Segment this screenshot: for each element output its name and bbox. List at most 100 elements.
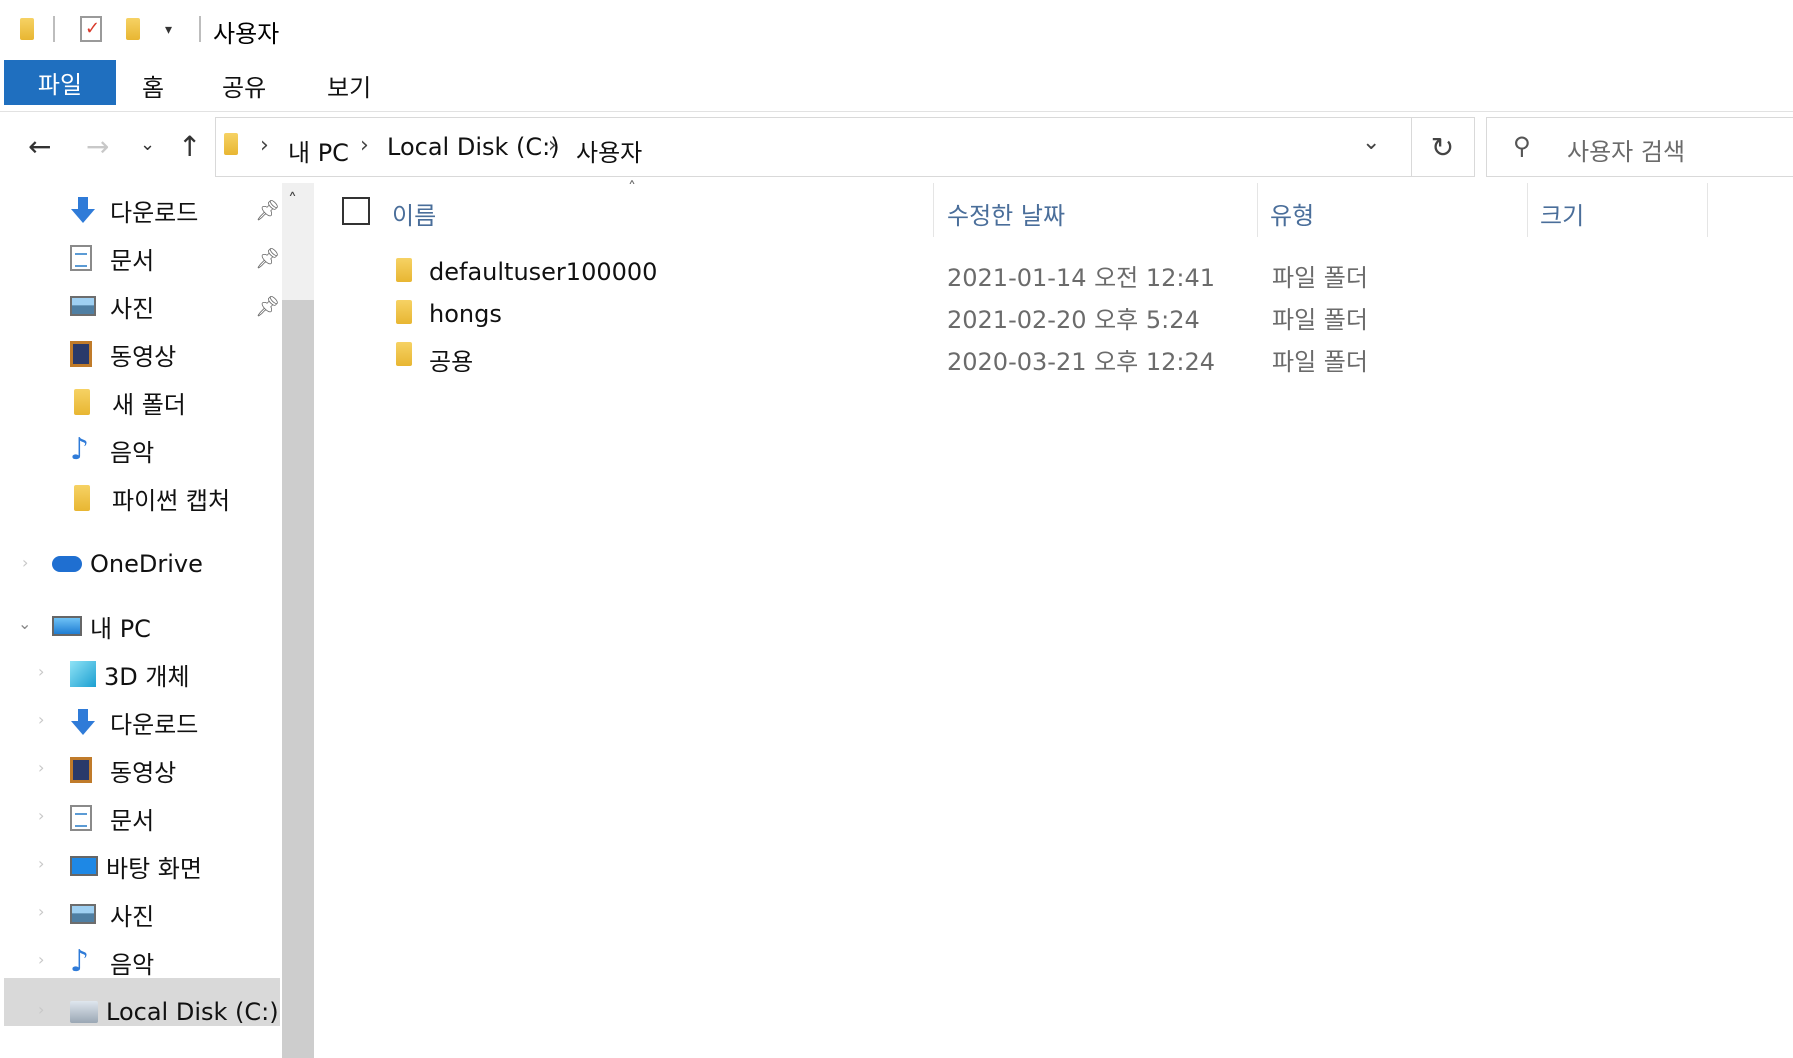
- expand-chevron-icon[interactable]: ›: [38, 662, 44, 681]
- sidebar-item-label: 음악: [110, 950, 155, 979]
- file-name: defaultuser100000: [429, 258, 658, 286]
- breadcrumb-separator[interactable]: ›: [360, 133, 369, 158]
- select-all-checkbox[interactable]: [342, 197, 370, 225]
- ribbon-divider: [0, 111, 1793, 112]
- sidebar-item-label: 내 PC: [90, 614, 151, 643]
- sidebar-item-label: 파이썬 캡처: [112, 486, 231, 515]
- sidebar-item-pictures-pc[interactable]: 사진: [70, 894, 154, 934]
- customize-quick-access-icon[interactable]: ▾: [165, 22, 172, 38]
- expand-chevron-icon[interactable]: ›: [38, 710, 44, 729]
- expand-chevron-icon[interactable]: ›: [38, 1000, 44, 1019]
- sidebar-item-3d-objects[interactable]: 3D 개체: [70, 654, 190, 694]
- sidebar-item-label: 문서: [110, 246, 155, 275]
- pin-icon[interactable]: 📌︎: [255, 198, 280, 222]
- document-icon: [70, 805, 92, 831]
- sidebar-item-downloads-pc[interactable]: 다운로드: [70, 702, 198, 742]
- sidebar-item-label: 동영상: [110, 342, 177, 371]
- file-date: 2020-03-21 오후 12:24: [947, 348, 1216, 376]
- column-header-date[interactable]: 수정한 날짜: [947, 196, 1065, 231]
- sidebar-item-label: 3D 개체: [104, 662, 190, 691]
- column-header-size[interactable]: 크기: [1540, 196, 1584, 231]
- sidebar-item-new-folder[interactable]: 새 폴더: [74, 382, 186, 422]
- address-history-dropdown[interactable]: ⌄: [1362, 130, 1380, 155]
- sidebar-item-documents[interactable]: 문서: [70, 238, 154, 278]
- file-type: 파일 폴더: [1272, 348, 1368, 376]
- sort-ascending-icon: ˄: [628, 178, 636, 197]
- column-header-name[interactable]: 이름: [392, 196, 436, 231]
- tab-file[interactable]: 파일: [4, 60, 116, 105]
- sidebar-item-label: 사진: [110, 902, 155, 931]
- expand-chevron-icon[interactable]: ›: [38, 854, 44, 873]
- folder-icon: [396, 342, 412, 366]
- breadcrumb-separator[interactable]: ›: [548, 133, 557, 158]
- tab-view[interactable]: 보기: [327, 68, 371, 103]
- table-row[interactable]: defaultuser100000 2021-01-14 오전 12:41 파일…: [320, 252, 1793, 292]
- sidebar-item-music[interactable]: ♪ 음악: [70, 430, 154, 470]
- sidebar-item-videos-pc[interactable]: 동영상: [70, 750, 176, 790]
- scroll-up-arrow[interactable]: ˄: [288, 190, 297, 211]
- picture-icon: [70, 904, 96, 924]
- sidebar-item-label: 음악: [110, 438, 155, 467]
- table-row[interactable]: 공용 2020-03-21 오후 12:24 파일 폴더: [320, 336, 1793, 376]
- title-bar: ▾ 사용자: [0, 0, 1793, 54]
- pin-icon[interactable]: 📌︎: [255, 246, 280, 270]
- sidebar-item-local-disk[interactable]: Local Disk (C:): [70, 992, 279, 1032]
- expand-chevron-icon[interactable]: ›: [38, 806, 44, 825]
- file-name: 공용: [429, 348, 474, 376]
- breadcrumb-users[interactable]: 사용자: [576, 133, 642, 168]
- search-icon: ⚲: [1513, 132, 1531, 160]
- download-icon: [70, 197, 96, 223]
- expand-chevron-icon[interactable]: ›: [22, 553, 28, 572]
- recent-locations-button[interactable]: ⌄: [140, 134, 155, 155]
- sidebar-scrollbar-thumb[interactable]: [282, 300, 314, 1058]
- sidebar-item-music-pc[interactable]: ♪ 음악: [70, 942, 154, 982]
- sidebar-item-label: 문서: [110, 806, 155, 835]
- breadcrumb-local-disk[interactable]: Local Disk (C:): [387, 133, 560, 161]
- expand-chevron-icon[interactable]: ›: [38, 902, 44, 921]
- sidebar-item-this-pc[interactable]: 내 PC: [52, 606, 151, 646]
- new-folder-icon[interactable]: [126, 18, 140, 40]
- table-row[interactable]: hongs 2021-02-20 오후 5:24 파일 폴더: [320, 294, 1793, 334]
- column-divider[interactable]: [1707, 183, 1708, 237]
- sidebar-item-python-capture[interactable]: 파이썬 캡처: [74, 478, 230, 518]
- file-date: 2021-01-14 오전 12:41: [947, 264, 1216, 292]
- picture-icon: [70, 296, 96, 316]
- column-divider[interactable]: [1257, 183, 1258, 237]
- expand-chevron-icon[interactable]: ›: [38, 950, 44, 969]
- sidebar-item-label: 다운로드: [110, 710, 199, 739]
- 3d-objects-icon: [70, 661, 96, 687]
- disk-icon: [70, 1001, 98, 1023]
- sidebar-item-documents-pc[interactable]: 문서: [70, 798, 154, 838]
- collapse-chevron-icon[interactable]: ⌄: [18, 614, 31, 633]
- sidebar-item-onedrive[interactable]: OneDrive: [52, 544, 203, 584]
- column-header-type[interactable]: 유형: [1270, 196, 1314, 231]
- video-icon: [70, 757, 92, 783]
- separator: [199, 16, 201, 42]
- folder-icon: [74, 485, 90, 511]
- properties-icon[interactable]: [80, 16, 102, 42]
- sidebar-item-videos[interactable]: 동영상: [70, 334, 176, 374]
- expand-chevron-icon[interactable]: ›: [38, 758, 44, 777]
- column-divider[interactable]: [933, 183, 934, 237]
- search-box[interactable]: ⚲ 사용자 검색: [1486, 117, 1793, 177]
- back-button[interactable]: ←: [28, 130, 51, 163]
- folder-icon: [74, 389, 90, 415]
- search-placeholder: 사용자 검색: [1567, 138, 1686, 166]
- tab-home[interactable]: 홈: [142, 68, 164, 103]
- sidebar-item-pictures[interactable]: 사진: [70, 286, 154, 326]
- up-button[interactable]: ↑: [178, 130, 201, 163]
- separator: [53, 16, 55, 42]
- forward-button[interactable]: →: [86, 130, 109, 163]
- sidebar-item-downloads[interactable]: 다운로드: [70, 190, 198, 230]
- column-divider[interactable]: [1527, 183, 1528, 237]
- sidebar-item-desktop[interactable]: 바탕 화면: [70, 846, 202, 886]
- breadcrumb-this-pc[interactable]: 내 PC: [288, 133, 349, 168]
- file-type: 파일 폴더: [1272, 306, 1368, 334]
- desktop-icon: [70, 856, 98, 876]
- refresh-button[interactable]: ↻: [1411, 117, 1475, 177]
- tab-share[interactable]: 공유: [222, 68, 266, 103]
- file-date: 2021-02-20 오후 5:24: [947, 306, 1200, 334]
- pin-icon[interactable]: 📌︎: [255, 294, 280, 318]
- document-icon: [70, 245, 92, 271]
- breadcrumb-separator[interactable]: ›: [260, 133, 269, 158]
